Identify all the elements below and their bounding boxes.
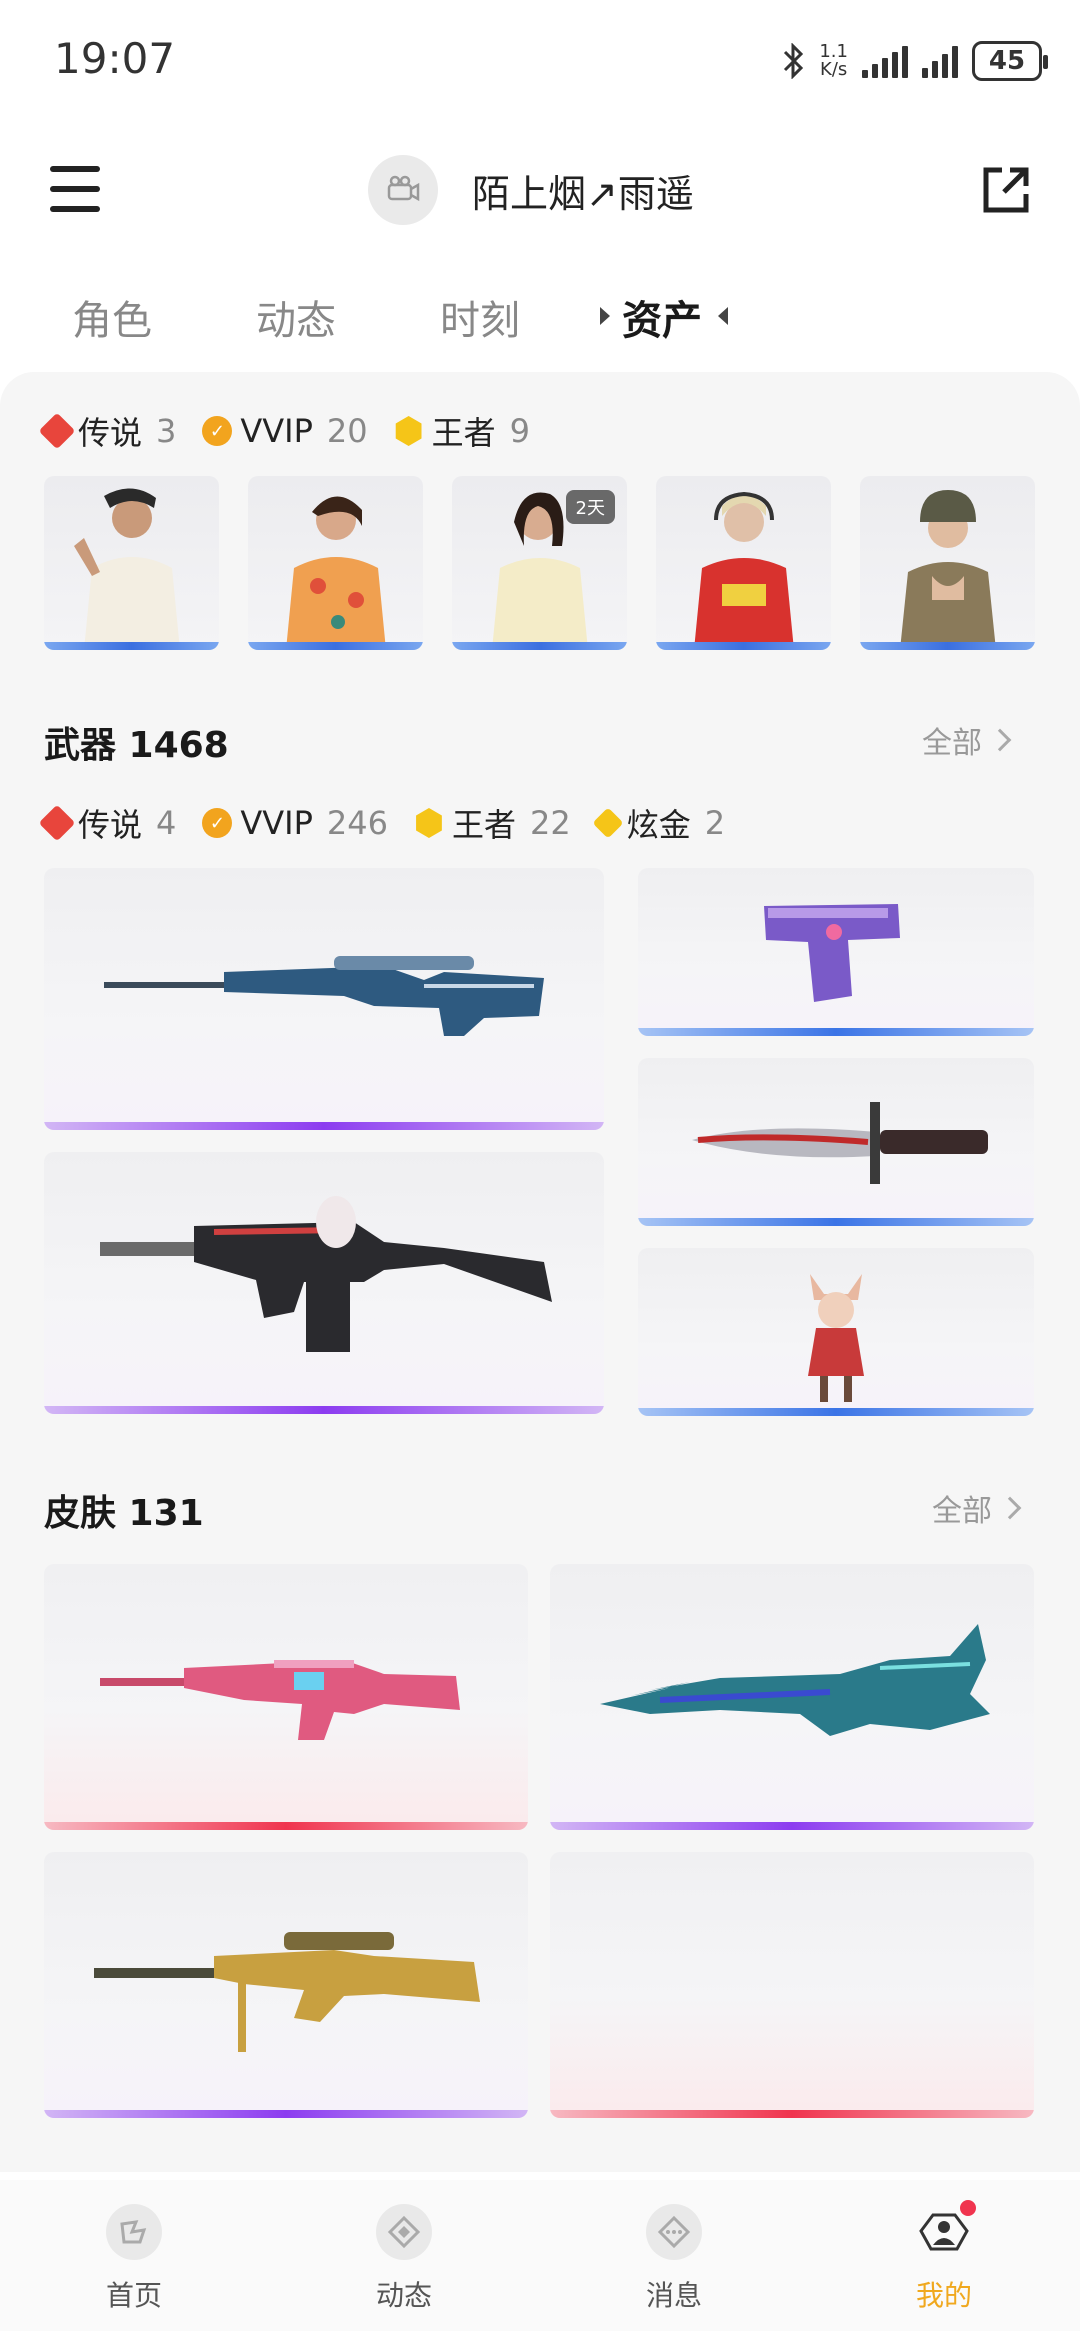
chevron-right-icon <box>988 728 1012 752</box>
weapon-card-pistol[interactable] <box>638 868 1034 1036</box>
weapon-card-sniper[interactable] <box>44 868 604 1130</box>
gold-diamond-icon <box>592 807 624 839</box>
pink-rifle-icon <box>100 1660 460 1740</box>
vvip-badge-icon: ✓ <box>202 416 233 446</box>
profile-info[interactable]: 陌上烟↗雨遥 <box>368 152 694 228</box>
feed-icon <box>376 2204 432 2260</box>
tab-role[interactable]: 角色 <box>72 288 152 346</box>
pistol-icon <box>764 904 900 1002</box>
knife-icon <box>692 1102 988 1184</box>
legend-diamond-icon <box>38 804 76 842</box>
legend-diamond-icon <box>38 412 76 450</box>
username: 陌上烟↗雨遥 <box>472 171 694 216</box>
header: 陌上烟↗雨遥 <box>0 140 1080 240</box>
skin-card-pink-rifle[interactable] <box>44 1564 528 1830</box>
menu-icon[interactable] <box>50 166 100 212</box>
character-figure-icon <box>74 488 180 650</box>
sniper-rifle-icon <box>104 956 544 1036</box>
weapon-card-knife[interactable] <box>638 1058 1034 1226</box>
weapon-card-smg[interactable] <box>44 1152 604 1414</box>
king-hex-icon <box>416 808 442 838</box>
battery-icon: 45 <box>972 41 1048 81</box>
bottom-nav: 首页 动态 消息 我的 <box>0 2180 1080 2331</box>
rarity-vvip: ✓ VVIP 246 <box>202 804 388 842</box>
character-card[interactable] <box>656 476 831 650</box>
character-card[interactable]: 2天 <box>452 476 627 650</box>
rarity-gold: 炫金 2 <box>592 800 725 846</box>
skins-see-all-button[interactable]: 全部 <box>932 1486 1022 1530</box>
status-time: 19:07 <box>54 34 176 83</box>
tab-moments[interactable]: 时刻 <box>440 288 520 346</box>
profile-tabs: 角色 动态 时刻 资产 <box>0 280 1080 350</box>
weapon-rarity-row: 传说 4 ✓ VVIP 246 王者 22 炫金 2 <box>38 800 725 846</box>
rarity-legend: 传说 3 <box>38 408 176 454</box>
character-figure-icon <box>900 490 996 650</box>
weapons-see-all-button[interactable]: 全部 <box>922 718 1012 762</box>
nav-profile[interactable]: 我的 <box>874 2200 1014 2314</box>
share-icon[interactable] <box>980 164 1032 216</box>
rarity-king: 王者 22 <box>414 800 571 846</box>
status-icons: 1.1 K/s 45 <box>783 36 1048 86</box>
tab-assets[interactable]: 资产 <box>622 288 702 346</box>
weapon-card-figure[interactable] <box>638 1248 1034 1416</box>
tab-feed[interactable]: 动态 <box>256 288 336 346</box>
character-card[interactable] <box>248 476 423 650</box>
weapons-title: 武器 1468 <box>44 725 229 766</box>
avatar[interactable] <box>368 155 438 225</box>
notification-dot <box>960 2200 976 2216</box>
character-rarity-row: 传说 3 ✓ VVIP 20 王者 9 <box>38 408 530 454</box>
skins-title: 皮肤 131 <box>44 1493 204 1534</box>
dragon-rifle-icon <box>600 1624 990 1736</box>
net-speed: 1.1 K/s <box>819 41 848 80</box>
camera-icon <box>387 175 420 202</box>
character-card[interactable] <box>860 476 1035 650</box>
rarity-king: 王者 9 <box>394 408 530 454</box>
message-icon <box>646 2204 702 2260</box>
skin-card-dragon-rifle[interactable] <box>550 1564 1034 1830</box>
character-figure-icon <box>286 496 386 650</box>
rarity-legend: 传说 4 <box>38 800 176 846</box>
status-bar: 19:07 1.1 K/s 45 <box>0 0 1080 120</box>
skin-card-empty[interactable] <box>550 1852 1034 2118</box>
nav-home[interactable]: 首页 <box>64 2204 204 2314</box>
character-card[interactable] <box>44 476 219 650</box>
home-icon <box>106 2204 162 2260</box>
nav-messages[interactable]: 消息 <box>604 2204 744 2314</box>
tab-indicator-right-icon <box>718 307 728 325</box>
time-limit-tag: 2天 <box>565 490 615 524</box>
nav-feed[interactable]: 动态 <box>334 2204 474 2314</box>
vvip-badge-icon: ✓ <box>202 808 233 838</box>
smg-icon <box>100 1196 552 1352</box>
signal-icon-2 <box>922 44 958 78</box>
rarity-vvip: ✓ VVIP 20 <box>202 412 368 450</box>
tab-indicator-left-icon <box>600 307 610 325</box>
character-figure-icon <box>694 491 794 650</box>
skin-card-gold-sniper[interactable] <box>44 1852 528 2118</box>
king-hex-icon <box>395 416 422 446</box>
profile-icon <box>916 2200 976 2260</box>
figure-icon <box>808 1274 864 1402</box>
chevron-right-icon <box>998 1496 1022 1520</box>
bluetooth-icon <box>784 43 804 79</box>
gold-sniper-icon <box>94 1932 480 2052</box>
signal-icon <box>862 44 908 78</box>
